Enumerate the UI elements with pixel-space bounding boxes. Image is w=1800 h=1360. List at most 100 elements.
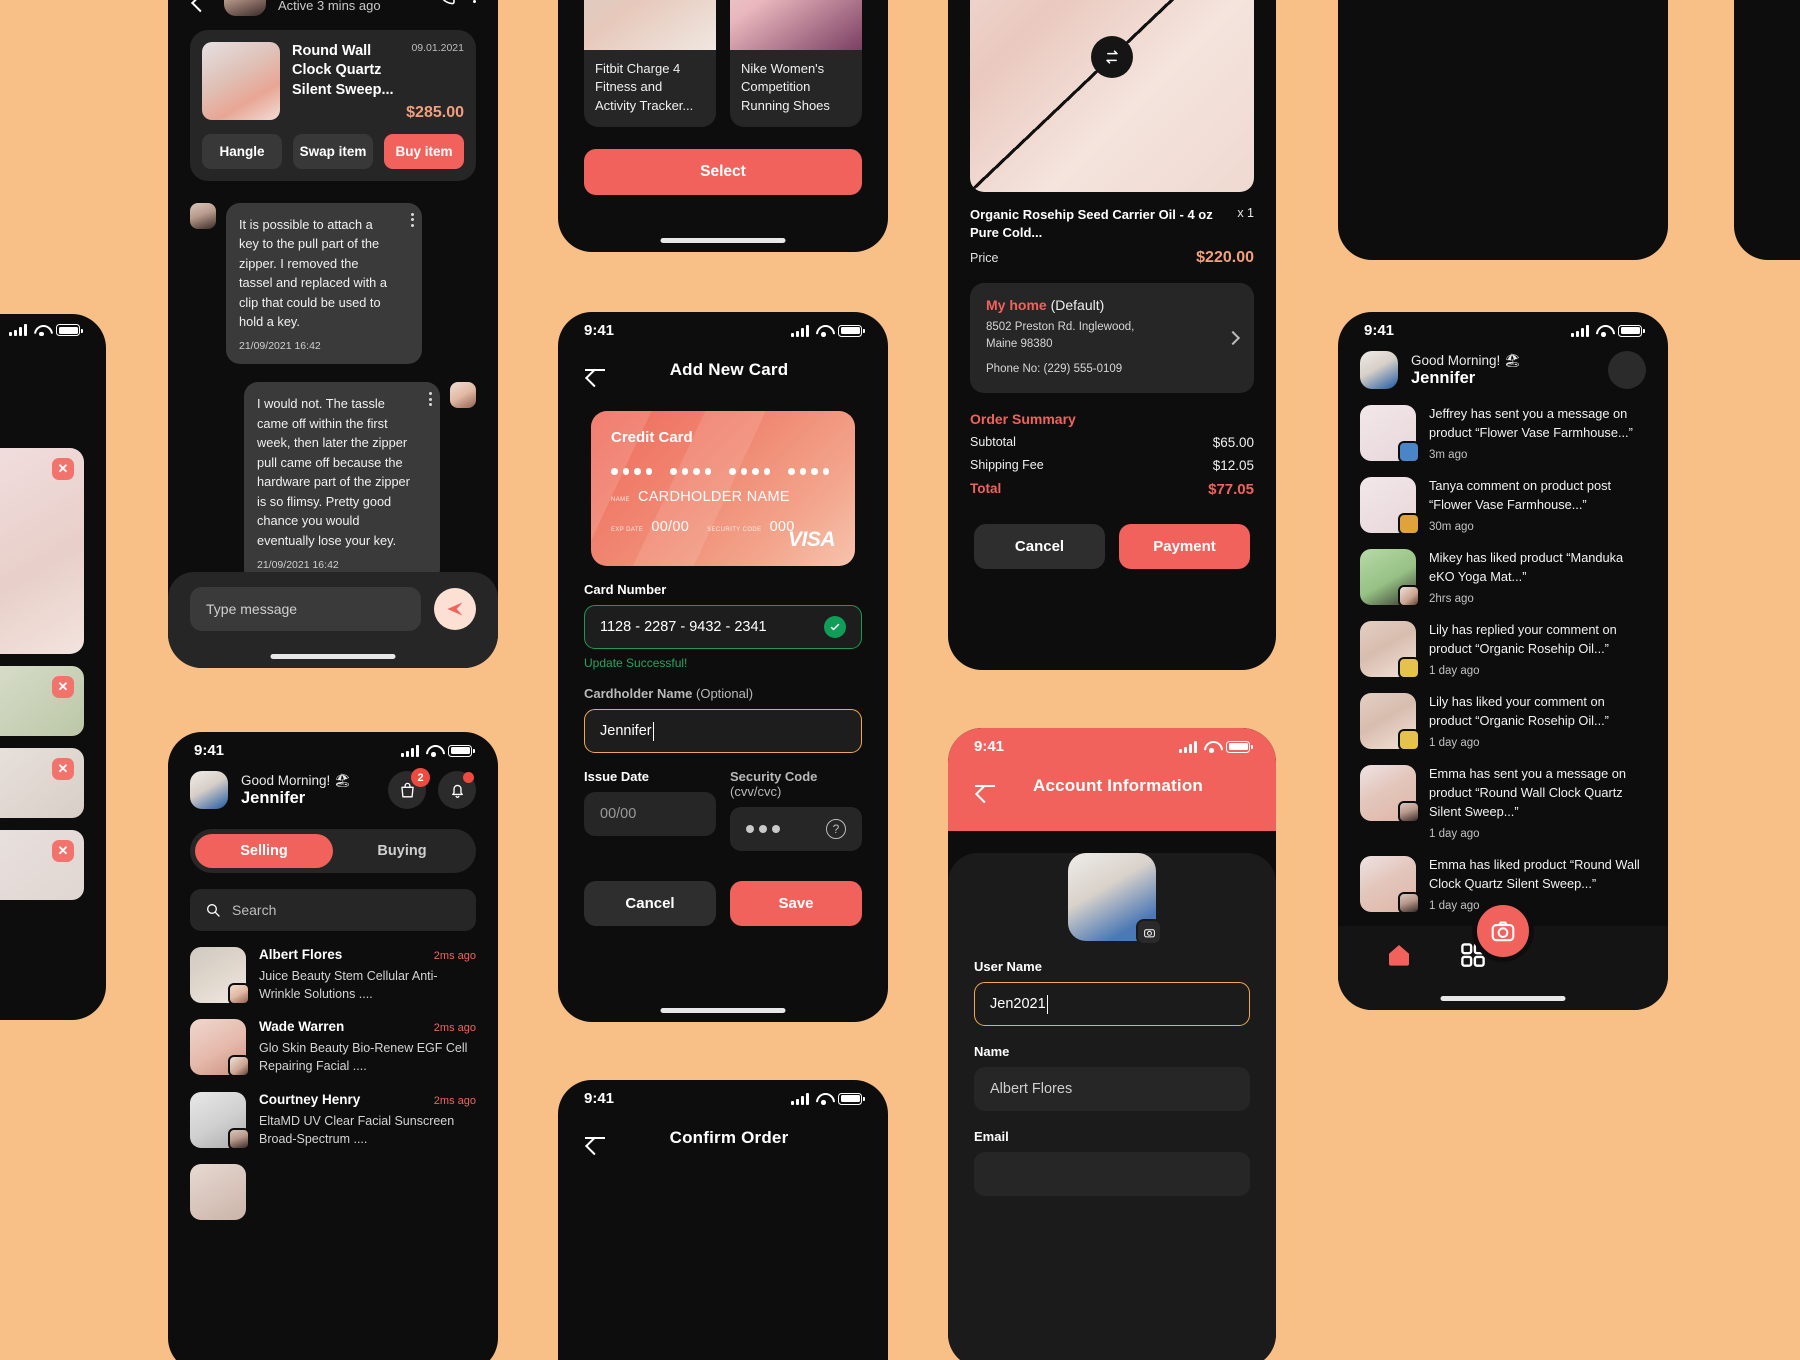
subtotal-label: Subtotal (970, 434, 1016, 449)
card-number-value: 1128 - 2287 - 9432 - 2341 (600, 619, 767, 635)
list-item[interactable]: Albert Flores 2ms ago Juice Beauty Stem … (168, 931, 498, 1005)
list-item[interactable]: Courtney Henry 2ms ago EltaMD UV Clear F… (168, 1076, 498, 1150)
phone-order-summary: Organic Rosehip Seed Carrier Oil - 4 oz … (948, 0, 1276, 670)
save-button[interactable]: Save (730, 881, 862, 926)
chat-product-card[interactable]: Round Wall Clock Quartz Silent Sweep... … (190, 30, 476, 181)
swap-icon[interactable] (1091, 36, 1133, 78)
cart-button[interactable] (1608, 351, 1646, 389)
back-icon[interactable] (974, 775, 996, 797)
back-icon[interactable] (190, 0, 212, 6)
close-icon[interactable]: ✕ (52, 758, 74, 780)
notifications-button[interactable] (438, 771, 476, 809)
send-button[interactable] (434, 588, 476, 630)
issue-date-input[interactable]: 00/00 (584, 792, 716, 836)
payment-button[interactable]: Payment (1119, 523, 1250, 569)
notification-item[interactable]: Mikey has liked product “Manduka eKO Yog… (1338, 533, 1668, 608)
avatar[interactable] (1068, 853, 1162, 945)
notification-item[interactable]: Jeffrey has sent you a message on produc… (1338, 389, 1668, 463)
notification-item[interactable]: Emma has sent you a message on product “… (1338, 749, 1668, 840)
email-input[interactable] (974, 1152, 1250, 1196)
nav-bar: Account Information (948, 759, 1276, 805)
product-card[interactable]: Nike Women's Competition Running Shoes (730, 0, 862, 128)
avatar[interactable] (1360, 351, 1398, 389)
home-icon[interactable] (1384, 940, 1414, 970)
product-card[interactable]: Fitbit Charge 4 Fitness and Activity Tra… (584, 0, 716, 128)
status-icons (791, 1092, 865, 1105)
avatar (1398, 585, 1420, 608)
back-icon[interactable] (584, 1127, 606, 1149)
call-icon[interactable] (435, 0, 459, 7)
credit-card-preview: Credit Card NAME CARDHOLDER NAME EXP DAT… (591, 411, 855, 566)
notification-thumbnail (1360, 477, 1420, 536)
list-item[interactable]: Wade Warren 2ms ago Glo Skin Beauty Bio-… (168, 1003, 498, 1078)
notification-item[interactable]: Lily has liked your comment on product “… (1338, 677, 1668, 752)
greeting-header: Good Morning! 🏖 Jennifer (1338, 343, 1668, 389)
photo-thumb[interactable]: ✕ (0, 830, 84, 900)
notification-time: 30m ago (1429, 521, 1474, 534)
message-bubble[interactable]: It is possible to attach a key to the pu… (226, 202, 422, 365)
username-input[interactable]: Jen2021 (974, 982, 1250, 1026)
message-input[interactable]: Type message (190, 587, 421, 631)
cancel-button[interactable]: Cancel (584, 881, 716, 926)
back-icon[interactable] (584, 359, 606, 381)
list-item[interactable] (168, 1148, 498, 1220)
battery-icon (448, 744, 475, 757)
chevron-right-icon[interactable] (1225, 330, 1241, 345)
shipping-address-card[interactable]: My home (Default) 8502 Preston Rd. Ingle… (970, 282, 1254, 393)
cardholder-input[interactable]: Jennifer (584, 709, 862, 753)
haggle-button[interactable]: Hangle (202, 133, 282, 169)
notification-time: 3m ago (1429, 449, 1468, 462)
cancel-button[interactable]: Cancel (974, 523, 1105, 569)
email-field: Email (974, 1129, 1250, 1196)
notification-item[interactable]: Tanya comment on product post “Flower Va… (1338, 461, 1668, 536)
photo-thumb[interactable]: ✕ (0, 748, 84, 818)
tab-selling[interactable]: Selling (195, 834, 333, 868)
avatar[interactable] (190, 771, 228, 809)
select-button[interactable]: Select (584, 149, 862, 196)
notification-item[interactable]: Lily has replied your comment on product… (1338, 605, 1668, 680)
buy-item-button[interactable]: Buy item (384, 133, 464, 169)
tab-buying[interactable]: Buying (333, 834, 471, 868)
card-number-input[interactable]: 1128 - 2287 - 9432 - 2341 (584, 605, 862, 649)
product-title: Round Wall Clock Quartz Silent Sweep... (292, 43, 394, 98)
message-bubble[interactable]: I would not. The tassle came off within … (244, 382, 440, 583)
close-icon[interactable]: ✕ (52, 458, 74, 480)
product-image (584, 0, 716, 50)
status-time: 9:41 (974, 738, 1005, 755)
cart-button[interactable]: 2 (388, 768, 430, 809)
search-input[interactable]: Search (190, 889, 476, 931)
form-actions: Cancel Save (558, 881, 888, 926)
chat-peer: Theresa Webb Active 3 mins ago (278, 0, 387, 13)
security-label-text: Security Code (730, 769, 818, 784)
camera-fab-button[interactable] (1472, 900, 1534, 962)
more-icon[interactable] (411, 212, 414, 227)
status-time: 9:41 (194, 742, 225, 759)
message-time: 21/09/2021 16:42 (257, 558, 339, 571)
issue-date-label: Issue Date (584, 769, 650, 784)
status-icons (791, 324, 865, 337)
cardholder-value: Jennifer (600, 723, 652, 739)
battery-icon (56, 324, 83, 336)
status-bar: 9:41 (558, 1080, 888, 1111)
camera-icon (1491, 921, 1515, 942)
avatar (1398, 892, 1420, 915)
avatar (1398, 801, 1420, 824)
phone-add-card: 9:41 Add New Card Credit Card NAME CARDH… (558, 312, 888, 1022)
camera-icon[interactable] (1136, 919, 1162, 945)
close-icon[interactable]: ✕ (52, 840, 74, 862)
help-icon[interactable]: ? (826, 819, 846, 839)
security-code-input[interactable]: ? (730, 807, 862, 851)
battery-icon (1618, 324, 1645, 337)
name-input[interactable]: Albert Flores (974, 1067, 1250, 1111)
message-out: I would not. The tassle came off within … (190, 382, 476, 583)
notification-text: Lily has liked your comment on product “… (1429, 694, 1609, 728)
price-value: $220.00 (1196, 248, 1254, 266)
more-icon[interactable] (472, 0, 476, 4)
signal-icon (791, 324, 809, 337)
photo-thumb[interactable]: ✕ (0, 666, 84, 736)
photo-large[interactable]: ✕ (0, 448, 84, 654)
name-field: Name Albert Flores (974, 1044, 1250, 1111)
more-icon[interactable] (429, 392, 432, 407)
close-icon[interactable]: ✕ (52, 676, 74, 698)
swap-item-button[interactable]: Swap item (293, 133, 373, 169)
